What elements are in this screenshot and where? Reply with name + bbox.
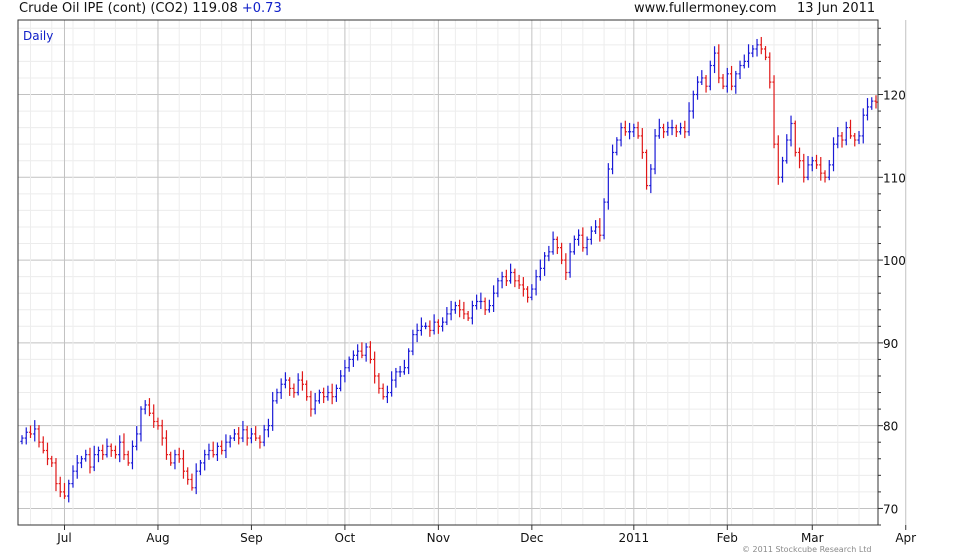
grid-lines: [18, 20, 907, 526]
y-tick-label: 120: [883, 89, 906, 103]
y-tick-label: 90: [883, 337, 898, 351]
price-candles: [20, 36, 878, 503]
candlestick-chart: 70 80 90 100 110 120 Jul Aug Sep Oct Nov Dec 2011 Feb…: [17, 19, 916, 545]
plot-frame: [17, 19, 879, 526]
y-tick-label: 100: [883, 254, 906, 268]
x-tick-label: Aug: [146, 531, 169, 545]
y-tick-label: 110: [883, 171, 906, 185]
axis-ticks: 70 80 90 100 110 120 Jul Aug Sep Oct Nov Dec 2011 Feb…: [56, 27, 916, 545]
y-tick-label: 80: [883, 420, 898, 434]
x-tick-label: Dec: [520, 531, 543, 545]
x-tick-label: Feb: [717, 531, 738, 545]
x-tick-label: Jul: [56, 531, 71, 545]
x-tick-label: Apr: [895, 531, 916, 545]
x-tick-label: 2011: [619, 531, 650, 545]
y-tick-label: 70: [883, 502, 898, 516]
frequency-label: Daily: [23, 29, 53, 43]
x-tick-label: Nov: [427, 531, 450, 545]
x-tick-label: Mar: [801, 531, 824, 545]
x-tick-label: Oct: [335, 531, 356, 545]
x-tick-label: Sep: [240, 531, 263, 545]
copyright-notice: © 2011 Stockcube Research Ltd: [742, 545, 872, 554]
